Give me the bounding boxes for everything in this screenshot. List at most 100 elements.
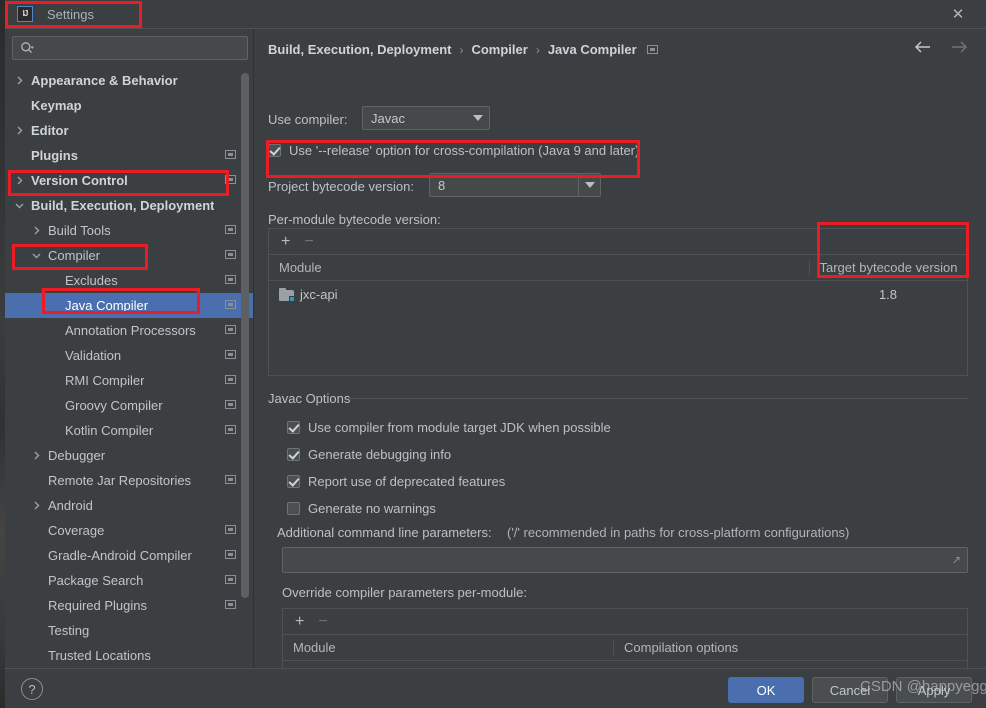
ok-button[interactable]: OK xyxy=(728,677,804,703)
sidebar-item-label: Package Search xyxy=(48,573,144,588)
sidebar-item-label: Required Plugins xyxy=(48,598,148,613)
sidebar-item-rmi-compiler[interactable]: RMI Compiler xyxy=(5,368,253,393)
chevron-right-icon[interactable] xyxy=(30,499,43,512)
sidebar-item-editor[interactable]: Editor xyxy=(5,118,253,143)
project-scope-badge-icon xyxy=(225,575,236,584)
remove-module-button[interactable]: − xyxy=(304,233,313,250)
use-compiler-value: Javac xyxy=(371,110,405,126)
sidebar-item-trusted-locations[interactable]: Trusted Locations xyxy=(5,643,253,665)
additional-params-label: Additional command line parameters: xyxy=(277,525,492,540)
sidebar-item-android[interactable]: Android xyxy=(5,493,253,518)
sidebar-item-build-tools[interactable]: Build Tools xyxy=(5,218,253,243)
breadcrumb-item-0[interactable]: Build, Execution, Deployment xyxy=(268,42,451,57)
use-release-option-checkbox[interactable]: Use '--release' option for cross-compila… xyxy=(268,143,639,158)
project-scope-badge-icon xyxy=(225,150,236,159)
remove-override-button[interactable]: − xyxy=(318,613,327,630)
sidebar-item-compiler[interactable]: Compiler xyxy=(5,243,253,268)
add-module-button[interactable]: + xyxy=(281,233,290,250)
report-deprecated-checkbox[interactable]: Report use of deprecated features xyxy=(287,474,505,489)
sidebar-item-required-plugins[interactable]: Required Plugins xyxy=(5,593,253,618)
sidebar-item-label: Keymap xyxy=(31,98,82,113)
project-scope-badge-icon xyxy=(225,250,236,259)
generate-no-warnings-label: Generate no warnings xyxy=(308,501,436,516)
javac-options-group-line xyxy=(349,398,968,399)
chevron-right-icon[interactable] xyxy=(30,224,43,237)
use-compiler-label: Use compiler: xyxy=(268,112,348,127)
apply-button[interactable]: Apply xyxy=(896,677,972,703)
breadcrumb-item-2[interactable]: Java Compiler xyxy=(548,42,637,57)
settings-sidebar: Appearance & Behavior Keymap Editor Plugins… xyxy=(5,29,253,668)
sidebar-scrollbar[interactable] xyxy=(241,70,249,655)
sidebar-item-testing[interactable]: Testing xyxy=(5,618,253,643)
sidebar-item-coverage[interactable]: Coverage xyxy=(5,518,253,543)
sidebar-item-package-search[interactable]: Package Search xyxy=(5,568,253,593)
chevron-down-icon[interactable] xyxy=(13,199,26,212)
column-header-compilation-options[interactable]: Compilation options xyxy=(613,640,967,655)
project-scope-badge-icon xyxy=(225,475,236,484)
sidebar-item-debugger[interactable]: Debugger xyxy=(5,443,253,468)
project-bytecode-value: 8 xyxy=(438,177,446,193)
sidebar-item-appearance-behavior[interactable]: Appearance & Behavior xyxy=(5,68,253,93)
generate-debugging-info-label: Generate debugging info xyxy=(308,447,452,462)
add-override-button[interactable]: + xyxy=(295,613,304,630)
per-module-bytecode-table: + − Module Target bytecode version jxc-a… xyxy=(268,228,968,376)
sidebar-item-plugins[interactable]: Plugins xyxy=(5,143,253,168)
sidebar-item-validation[interactable]: Validation xyxy=(5,343,253,368)
arrow-left-icon[interactable] xyxy=(914,40,932,54)
column-header-module[interactable]: Module xyxy=(283,640,613,655)
project-scope-badge-icon xyxy=(225,225,236,234)
use-module-jdk-compiler-label: Use compiler from module target JDK when… xyxy=(308,420,611,435)
close-icon[interactable]: ✕ xyxy=(944,4,972,24)
use-module-jdk-compiler-checkbox[interactable]: Use compiler from module target JDK when… xyxy=(287,420,611,435)
generate-no-warnings-checkbox[interactable]: Generate no warnings xyxy=(287,501,436,516)
arrow-right-icon[interactable] xyxy=(950,40,968,54)
sidebar-item-keymap[interactable]: Keymap xyxy=(5,93,253,118)
search-input[interactable] xyxy=(34,41,247,55)
expand-icon[interactable]: ↗ xyxy=(952,554,961,567)
sidebar-item-label: Remote Jar Repositories xyxy=(48,473,192,488)
breadcrumb-item-1[interactable]: Compiler xyxy=(471,42,527,57)
per-module-table-header: Module Target bytecode version xyxy=(269,255,967,281)
sidebar-scrollbar-thumb[interactable] xyxy=(241,73,249,598)
additional-params-hint: ('/' recommended in paths for cross-plat… xyxy=(507,525,850,540)
sidebar-item-gradle-android-compiler[interactable]: Gradle-Android Compiler xyxy=(5,543,253,568)
project-scope-badge-icon xyxy=(225,375,236,384)
cell-target-bytecode: 1.8 xyxy=(878,286,898,302)
sidebar-item-excludes[interactable]: Excludes xyxy=(5,268,253,293)
settings-tree[interactable]: Appearance & Behavior Keymap Editor Plugins… xyxy=(5,68,253,665)
generate-debugging-info-checkbox[interactable]: Generate debugging info xyxy=(287,447,451,462)
sidebar-item-annotation-processors[interactable]: Annotation Processors xyxy=(5,318,253,343)
help-button[interactable]: ? xyxy=(21,678,43,700)
column-header-module[interactable]: Module xyxy=(269,260,809,275)
sidebar-item-build-execution-deployment[interactable]: Build, Execution, Deployment xyxy=(5,193,253,218)
chevron-right-icon[interactable] xyxy=(30,449,43,462)
chevron-right-icon[interactable] xyxy=(13,74,26,87)
sidebar-item-remote-jar-repositories[interactable]: Remote Jar Repositories xyxy=(5,468,253,493)
chevron-right-icon[interactable] xyxy=(13,124,26,137)
additional-params-input[interactable]: ↗ xyxy=(282,547,968,573)
sidebar-item-java-compiler[interactable]: Java Compiler xyxy=(5,293,253,318)
sidebar-item-groovy-compiler[interactable]: Groovy Compiler xyxy=(5,393,253,418)
settings-main-panel: Build, Execution, Deployment › Compiler … xyxy=(254,29,986,690)
column-header-target-bytecode[interactable]: Target bytecode version xyxy=(809,260,967,275)
report-deprecated-label: Report use of deprecated features xyxy=(308,474,506,489)
project-scope-badge-icon xyxy=(225,400,236,409)
sidebar-item-version-control[interactable]: Version Control xyxy=(5,168,253,193)
chevron-right-icon[interactable] xyxy=(13,174,26,187)
project-scope-badge-icon xyxy=(225,525,236,534)
chevron-down-icon[interactable] xyxy=(30,249,43,262)
table-row[interactable]: jxc-api 1.8 xyxy=(269,281,967,307)
cancel-button[interactable]: Cancel xyxy=(812,677,888,703)
project-bytecode-dropdown[interactable]: 8 xyxy=(429,173,601,197)
sidebar-item-kotlin-compiler[interactable]: Kotlin Compiler xyxy=(5,418,253,443)
search-box[interactable] xyxy=(12,36,248,60)
sidebar-item-label: Plugins xyxy=(31,148,78,163)
use-compiler-dropdown[interactable]: Javac xyxy=(362,106,490,130)
project-scope-badge-icon xyxy=(225,550,236,559)
